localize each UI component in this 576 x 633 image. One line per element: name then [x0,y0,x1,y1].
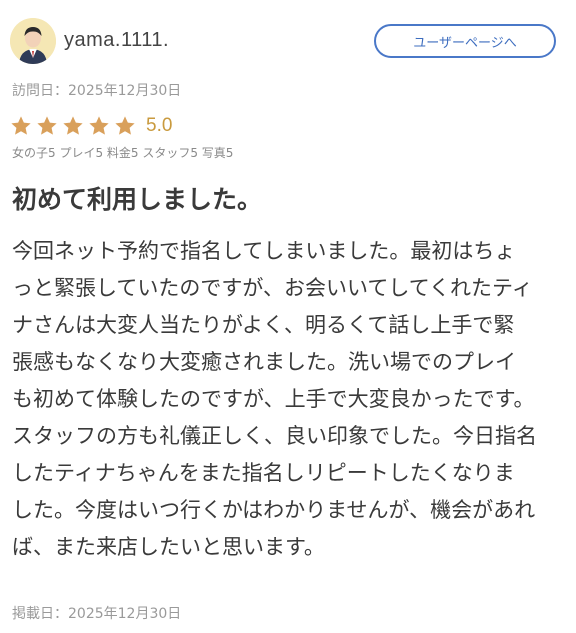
star-icon [63,116,83,135]
review-line: した。今度はいつ行くかはわかりませんが、機会があれ [12,498,536,522]
star-icon [11,116,31,135]
review-line: ナさんは大変人当たりがよく、明るくて話し上手で緊 [12,313,515,337]
star-rating: 5.0 [10,113,172,139]
user-page-button[interactable]: ユーザーページへ [374,24,556,58]
review-line: っと緊張していたのですが、お会いいてしてくれたティ [12,276,533,300]
review-body: 今回ネット予約で指名してしまいました。最初はちょ っと緊張していたのですが、お会… [12,233,568,566]
star-icon [37,116,57,135]
user-avatar-icon[interactable] [10,18,56,64]
visit-date: 訪問日：2025年12月30日 [12,83,182,99]
review-header: yama.1111. ユーザーページへ [0,0,576,80]
review-line: スタッフの方も礼儀正しく、良い印象でした。今日指名 [12,424,537,448]
review-line: ば、また来店したいと思います。 [12,535,325,559]
star-icon [115,116,135,135]
review-line: も初めて体験したのですが、上手で大変良かったです。 [12,387,535,411]
username[interactable]: yama.1111. [64,29,169,52]
review-title: 初めて利用しました。 [12,185,263,214]
star-icon [89,116,109,135]
rating-value: 5.0 [146,115,173,136]
sub-ratings: 女の子5 プレイ5 料金5 スタッフ5 写真5 [12,146,234,160]
review-line: 張感もなくなり大変癒されました。洗い場でのプレイ [12,350,516,374]
review-line: したティナちゃんをまた指名しリピートしたくなりま [12,461,515,485]
review-line: 今回ネット予約で指名してしまいました。最初はちょ [12,239,516,263]
post-date: 掲載日：2025年12月30日 [12,606,182,622]
